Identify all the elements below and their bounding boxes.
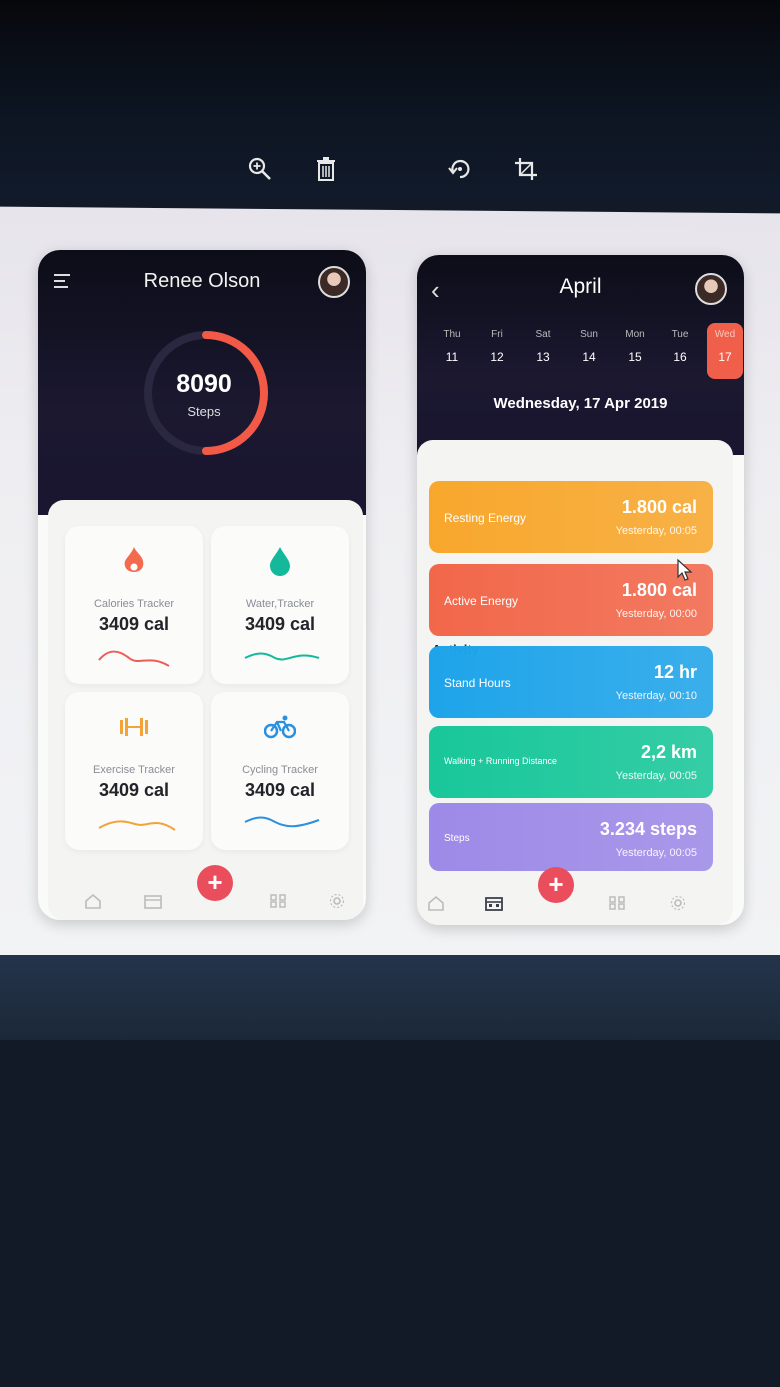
settings-icon[interactable] <box>669 895 687 911</box>
activity-time: Yesterday, 00:05 <box>615 847 697 859</box>
dashboard-phone: Renee Olson 8090 Steps Calories Tracker … <box>38 250 366 920</box>
home-icon[interactable] <box>427 895 445 911</box>
tracker-label: Water,Tracker <box>245 598 315 610</box>
tracker-panel: Calories Tracker 3409 cal Water,Tracker … <box>48 500 363 920</box>
day-mon[interactable]: Mon 15 <box>617 323 653 364</box>
cycling-trend-line <box>244 816 320 828</box>
activity-time: Yesterday, 00:10 <box>615 690 697 702</box>
user-name: Renee Olson <box>143 270 261 292</box>
tracker-tile-water[interactable]: Water,Tracker 3409 cal <box>211 526 349 684</box>
tracker-value: 3409 cal <box>98 780 170 800</box>
steps-label: Steps <box>187 404 221 419</box>
tracker-label: Calories Tracker <box>93 598 175 610</box>
tracker-tile-exercise[interactable]: Exercise Tracker 3409 cal <box>65 692 203 850</box>
activity-time: Yesterday, 00:05 <box>615 525 697 537</box>
day-sun[interactable]: Sun 14 <box>571 323 607 364</box>
avatar[interactable] <box>318 266 350 298</box>
day-fri[interactable]: Fri 12 <box>479 323 515 364</box>
activity-time: Yesterday, 00:00 <box>615 608 697 620</box>
settings-icon[interactable] <box>328 893 346 909</box>
calories-trend-line <box>98 650 170 667</box>
home-icon[interactable] <box>84 893 102 909</box>
bicycle-icon <box>263 710 297 744</box>
flame-icon <box>117 544 151 578</box>
activity-value: 2,2 km <box>640 742 697 762</box>
steps-value: 8090 <box>176 370 232 398</box>
tracker-label: Cycling Tracker <box>242 764 318 776</box>
mouse-cursor-icon <box>677 558 693 581</box>
activity-phone: ‹ April Thu 11 Fri 12 Sat 13 Sun 14 Mon 15 Tu… <box>417 255 744 925</box>
activity-name: Steps <box>444 833 470 844</box>
water-trend-line <box>244 652 320 661</box>
activity-name: Resting Energy <box>444 511 527 525</box>
tracker-value: 3409 cal <box>98 614 170 634</box>
trash-icon[interactable] <box>309 152 343 186</box>
avatar[interactable] <box>695 273 727 305</box>
activity-card-resting-energy[interactable]: Resting Energy 1.800 cal Yesterday, 00:0… <box>429 481 713 553</box>
tracker-value: 3409 cal <box>244 614 316 634</box>
activity-card-steps[interactable]: Steps 3.234 steps Yesterday, 00:05 <box>429 803 713 871</box>
activity-value: 1.800 cal <box>621 497 697 517</box>
dashboard-header: Renee Olson 8090 Steps <box>38 250 366 515</box>
crop-icon[interactable] <box>509 152 543 186</box>
calendar-icon[interactable] <box>485 895 503 911</box>
tracker-label: Exercise Tracker <box>93 764 175 776</box>
activity-name: Stand Hours <box>444 676 511 690</box>
day-wed-selected[interactable]: Wed 17 <box>707 323 743 379</box>
water-drop-icon <box>263 544 297 578</box>
stats-icon[interactable] <box>269 893 287 909</box>
activity-card-stand-hours[interactable]: Stand Hours 12 hr Yesterday, 00:10 <box>429 646 713 718</box>
stats-icon[interactable] <box>608 895 626 911</box>
calendar-icon[interactable] <box>144 893 162 909</box>
image-viewer-toolbar <box>0 140 780 200</box>
add-button[interactable]: + <box>197 865 233 901</box>
photo-screen: Renee Olson 8090 Steps Calories Tracker … <box>0 0 780 1387</box>
activity-panel: Activity Resting Energy 1.800 cal Yester… <box>417 440 733 925</box>
zoom-in-icon[interactable] <box>243 152 277 186</box>
activity-value: 12 hr <box>653 662 697 682</box>
tracker-tile-cycling[interactable]: Cycling Tracker 3409 cal <box>211 692 349 850</box>
day-thu[interactable]: Thu 11 <box>434 323 470 364</box>
add-button[interactable]: + <box>538 867 574 903</box>
day-tue[interactable]: Tue 16 <box>662 323 698 364</box>
dumbbell-icon <box>117 710 151 744</box>
tracker-tile-calories[interactable]: Calories Tracker 3409 cal <box>65 526 203 684</box>
activity-card-active-energy[interactable]: Active Energy 1.800 cal Yesterday, 00:00 <box>429 564 713 636</box>
activity-value: 3.234 steps <box>599 819 697 839</box>
activity-card-walking-running[interactable]: Walking + Running Distance 2,2 km Yester… <box>429 726 713 798</box>
desk-surface <box>0 955 780 1040</box>
activity-name: Walking + Running Distance <box>444 756 557 766</box>
selected-date: Wednesday, 17 Apr 2019 <box>493 395 668 412</box>
exercise-trend-line <box>98 820 176 831</box>
activity-name: Active Energy <box>444 594 519 608</box>
week-strip: Thu 11 Fri 12 Sat 13 Sun 14 Mon 15 Tue 16 Wed 1… <box>427 323 743 383</box>
activity-value: 1.800 cal <box>621 580 697 600</box>
tracker-value: 3409 cal <box>244 780 316 800</box>
day-sat[interactable]: Sat 13 <box>525 323 561 364</box>
activity-time: Yesterday, 00:05 <box>615 770 697 782</box>
calendar-header: ‹ April Thu 11 Fri 12 Sat 13 Sun 14 Mon 15 Tu… <box>417 255 744 455</box>
rotate-icon[interactable] <box>443 152 477 186</box>
